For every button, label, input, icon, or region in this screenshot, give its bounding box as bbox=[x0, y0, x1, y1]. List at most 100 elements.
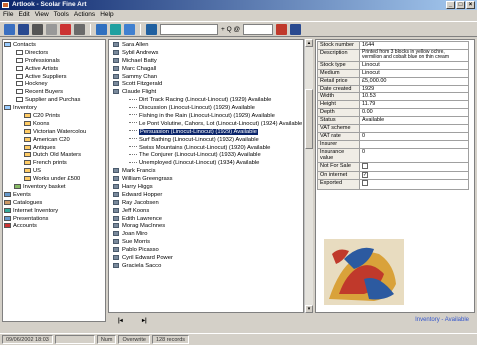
tree-item[interactable]: Internet Inventory bbox=[4, 207, 105, 216]
list-item[interactable]: Sammy Chan bbox=[109, 73, 303, 82]
tree-item[interactable]: Active Suppliers bbox=[4, 73, 105, 82]
preview-icon[interactable] bbox=[46, 23, 57, 35]
tree-item[interactable]: Victorian Watercolou bbox=[4, 128, 105, 137]
list-item[interactable]: Edith Lawrence bbox=[109, 215, 303, 224]
tree-item[interactable]: Catalogues bbox=[4, 199, 105, 208]
list-item[interactable]: Sybil Andrews bbox=[109, 49, 303, 58]
tree-item[interactable]: Inventory basket bbox=[4, 184, 105, 192]
tree-item[interactable]: US bbox=[4, 168, 105, 176]
list-item[interactable]: Graciela Sacco bbox=[109, 262, 303, 271]
scroll-thumb[interactable] bbox=[305, 89, 313, 149]
tree-item[interactable]: Dutch Old Masters bbox=[4, 152, 105, 160]
detail-view-icon[interactable] bbox=[124, 23, 135, 35]
tree-item[interactable]: Supplier and Purchas bbox=[4, 97, 105, 105]
not-for-sale-checkbox[interactable] bbox=[362, 162, 368, 169]
list-item[interactable]: Jeff Koons bbox=[109, 207, 303, 216]
list-item[interactable]: Fishing in the Rain (Linocut-Linocut) (1… bbox=[109, 113, 303, 121]
list-scrollbar[interactable]: ▴ ▾ bbox=[304, 39, 313, 313]
list-item[interactable]: Edward Hopper bbox=[109, 191, 303, 200]
exported-checkbox[interactable] bbox=[362, 180, 368, 187]
list-item[interactable]: Le Pont Volutine, Cahors, Lot (Linocut-L… bbox=[109, 121, 303, 129]
tree-item[interactable]: Presentations bbox=[4, 215, 105, 224]
detail-value[interactable]: 0.00 bbox=[359, 108, 469, 118]
scroll-down-icon[interactable]: ▾ bbox=[305, 305, 313, 313]
list-view-icon[interactable] bbox=[110, 23, 121, 35]
detail-value[interactable]: 11.79 bbox=[359, 100, 469, 110]
save-icon[interactable] bbox=[18, 23, 29, 35]
bold-icon[interactable] bbox=[276, 23, 288, 35]
pointer-icon[interactable] bbox=[74, 23, 85, 35]
list-item[interactable]: Claude Flight bbox=[109, 89, 303, 97]
list-item[interactable]: Cyril Edward Power bbox=[109, 255, 303, 263]
detail-value[interactable]: 0 bbox=[359, 147, 469, 163]
list-item[interactable]: Mark Francis bbox=[109, 168, 303, 176]
tree-item[interactable]: Hockney bbox=[4, 81, 105, 89]
list-item[interactable]: Surf Bathing (Linocut-Linocut) (1932) Av… bbox=[109, 137, 303, 145]
on-internet-checkbox[interactable]: ✓ bbox=[362, 172, 368, 179]
tree-item[interactable]: Recent Buyers bbox=[4, 89, 105, 97]
zoom-input[interactable] bbox=[243, 23, 274, 35]
tree-item[interactable]: Accounts bbox=[4, 223, 105, 231]
tree-item[interactable]: Inventory bbox=[4, 105, 105, 113]
tree-item[interactable]: C20 Prints bbox=[4, 113, 105, 121]
last-record-button[interactable]: ▸| bbox=[142, 317, 156, 324]
filter-icon[interactable] bbox=[146, 23, 157, 35]
list-item-selected[interactable]: Persuasion (Linocut-Linocut) (1929) Avai… bbox=[109, 128, 303, 137]
menu-help[interactable]: Help bbox=[100, 10, 113, 20]
list-item[interactable]: Morag MacInnes bbox=[109, 223, 303, 231]
format-icon[interactable] bbox=[290, 23, 302, 35]
list-item[interactable]: Michael Batty bbox=[109, 57, 303, 66]
search-input[interactable] bbox=[160, 23, 218, 35]
detail-value[interactable] bbox=[359, 124, 469, 133]
detail-value[interactable]: Available bbox=[359, 116, 469, 126]
maximize-button[interactable]: □ bbox=[456, 1, 465, 9]
detail-value[interactable]: Linocut bbox=[359, 60, 469, 70]
zoom-controls[interactable]: + Q @ bbox=[221, 24, 240, 35]
list-item[interactable]: William Greengrass bbox=[109, 176, 303, 184]
print-icon[interactable] bbox=[32, 23, 43, 35]
tree-item[interactable]: Antiques bbox=[4, 144, 105, 153]
menu-view[interactable]: View bbox=[35, 10, 49, 20]
tree-item[interactable]: French prints bbox=[4, 160, 105, 168]
tree-item[interactable]: Active Artists bbox=[4, 65, 105, 74]
list-item[interactable]: Harry Higgs bbox=[109, 184, 303, 192]
list-item[interactable]: Sara Allen bbox=[109, 42, 303, 50]
detail-value[interactable]: 0 bbox=[359, 131, 469, 141]
tree-item[interactable]: Koons bbox=[4, 120, 105, 129]
detail-value-cell bbox=[359, 161, 469, 173]
list-item[interactable]: The Conjurer (Linocut-Linocut) (1933) Av… bbox=[109, 152, 303, 160]
list-item[interactable]: Dirt Track Racing (Linocut-Linocut) (192… bbox=[109, 97, 303, 105]
menu-file[interactable]: File bbox=[3, 10, 13, 20]
close-button[interactable]: × bbox=[466, 1, 475, 9]
scroll-up-icon[interactable]: ▴ bbox=[305, 39, 313, 47]
tree-item[interactable]: American C20 bbox=[4, 136, 105, 145]
detail-value[interactable] bbox=[359, 139, 469, 149]
tools-icon[interactable] bbox=[60, 23, 71, 35]
tree-item[interactable]: Professionals bbox=[4, 57, 105, 66]
list-item[interactable]: Sue Morris bbox=[109, 239, 303, 247]
detail-value[interactable]: Linocut bbox=[359, 68, 469, 78]
detail-value[interactable]: 1929 bbox=[359, 84, 469, 94]
tree-item[interactable]: Directors bbox=[4, 49, 105, 58]
list-item[interactable]: Pablo Picasso bbox=[109, 247, 303, 255]
list-item[interactable]: Scott Fitzgerald bbox=[109, 81, 303, 89]
tree-item[interactable]: Contacts bbox=[4, 42, 105, 50]
list-item[interactable]: Discussion (Linocut-Linocut) (1929) Avai… bbox=[109, 105, 303, 113]
menu-actions[interactable]: Actions bbox=[74, 10, 95, 20]
menu-tools[interactable]: Tools bbox=[54, 10, 69, 20]
minimize-button[interactable]: _ bbox=[446, 1, 455, 9]
detail-value[interactable]: Printed from 3 blocks in yellow ochre, v… bbox=[359, 48, 469, 62]
menu-edit[interactable]: Edit bbox=[18, 10, 29, 20]
grid-view-icon[interactable] bbox=[96, 23, 107, 35]
list-item[interactable]: Unemployed (Linocut-Linocut) (1934) Avai… bbox=[109, 160, 303, 168]
tree-item[interactable]: Works under £500 bbox=[4, 176, 105, 184]
list-item[interactable]: Swiss Mountains (Linocut-Linocut) (1920)… bbox=[109, 145, 303, 153]
first-record-button[interactable]: |◂ bbox=[118, 317, 132, 324]
detail-value[interactable]: 10.53 bbox=[359, 92, 469, 102]
list-item[interactable]: Joan Miro bbox=[109, 231, 303, 239]
list-item[interactable]: Marc Chagall bbox=[109, 65, 303, 74]
detail-value[interactable]: £5,000.00 bbox=[359, 76, 469, 86]
new-icon[interactable] bbox=[4, 23, 15, 35]
tree-item[interactable]: Events bbox=[4, 191, 105, 200]
list-item[interactable]: Ray Jacobsen bbox=[109, 199, 303, 208]
